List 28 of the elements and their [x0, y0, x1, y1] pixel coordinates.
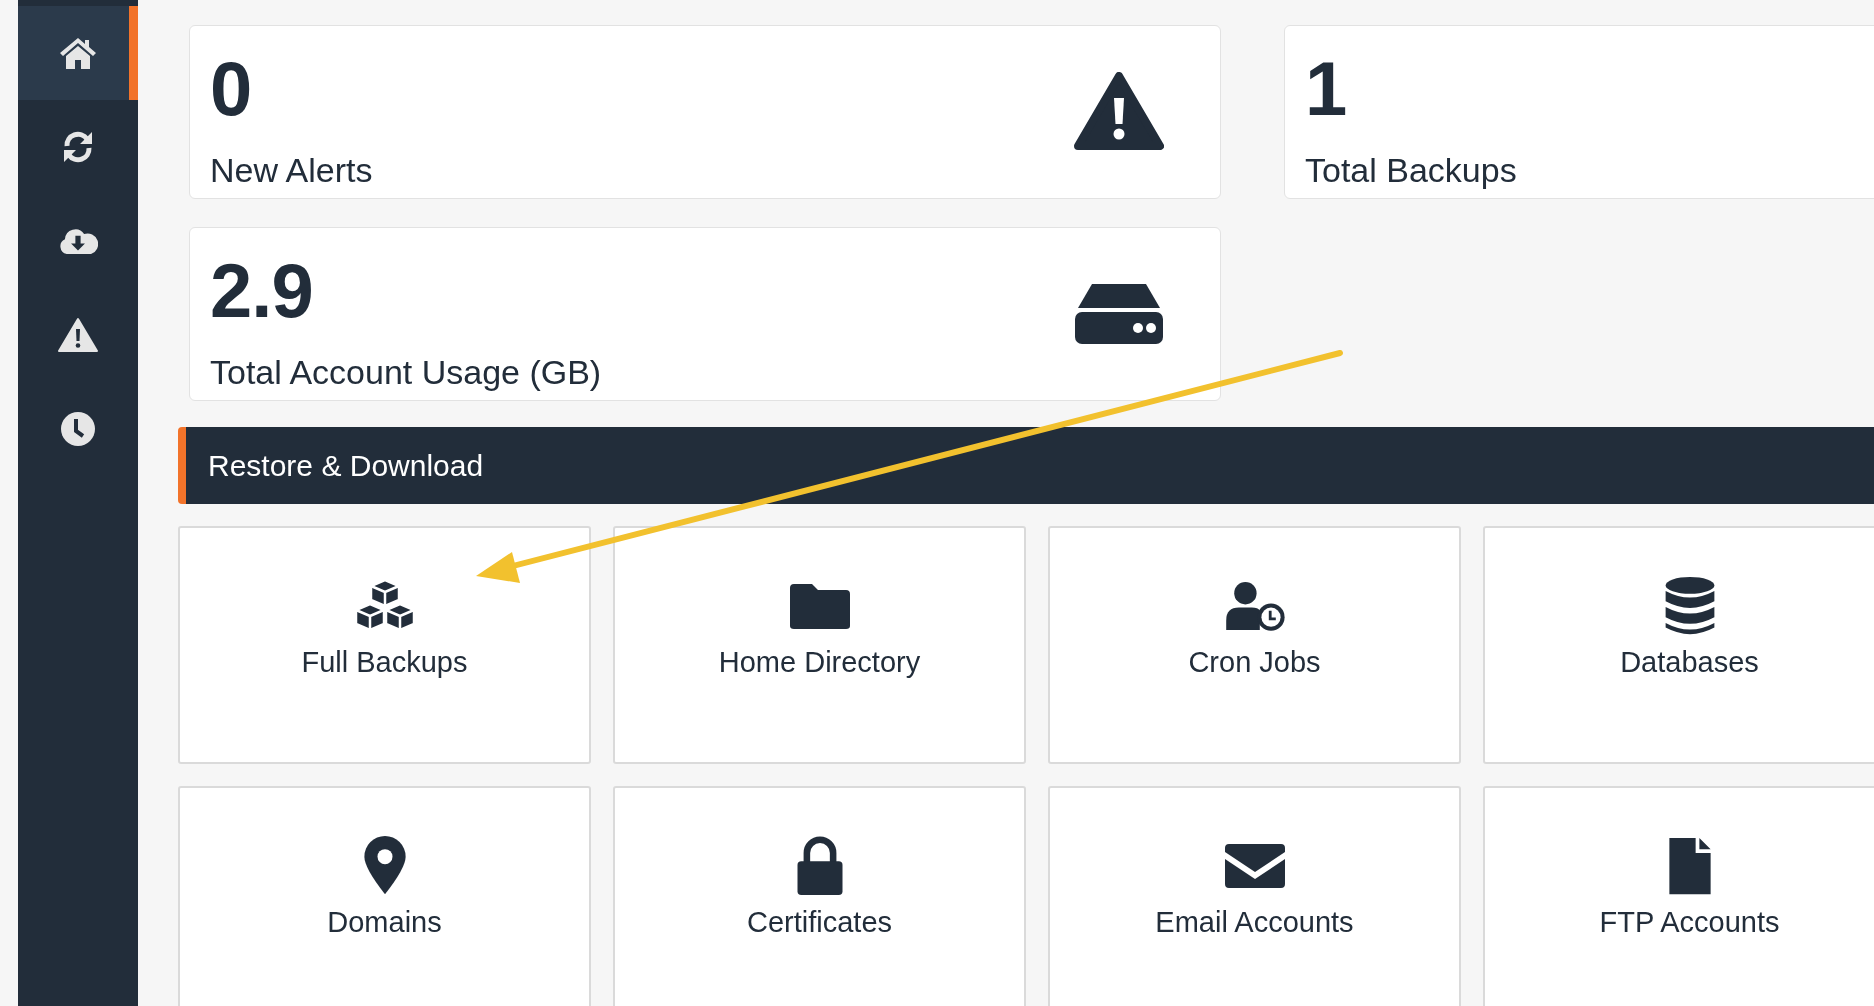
- warning-icon: [1074, 72, 1164, 152]
- sidebar-item[interactable]: [18, 6, 138, 100]
- tile-label: Databases: [1620, 646, 1759, 679]
- tile[interactable]: Email Accounts: [1048, 786, 1461, 1006]
- tile[interactable]: Domains: [178, 786, 591, 1006]
- stat-label: New Alerts: [210, 150, 373, 190]
- tile-label: Cron Jobs: [1188, 646, 1321, 679]
- tile[interactable]: Databases: [1483, 526, 1874, 764]
- stat-label: Total Account Usage (GB): [210, 352, 602, 392]
- stat-label: Total Backups: [1305, 150, 1517, 190]
- stat-value: 0: [210, 50, 253, 127]
- tile-label: Domains: [327, 906, 442, 939]
- home-icon: [58, 35, 98, 71]
- tile-label: Full Backups: [301, 646, 468, 679]
- clock-icon: [58, 411, 98, 447]
- tile-label: Certificates: [746, 906, 892, 939]
- tile[interactable]: FTP Accounts: [1483, 786, 1874, 1006]
- tile-label: FTP Accounts: [1599, 906, 1780, 939]
- tile-label: Email Accounts: [1155, 906, 1354, 939]
- tile[interactable]: Certificates: [613, 786, 1026, 1006]
- tile[interactable]: Full Backups: [178, 526, 591, 764]
- tile[interactable]: Home Directory: [613, 526, 1026, 764]
- stat-value: 2.9: [210, 252, 314, 329]
- warning-icon: [58, 317, 98, 353]
- tile-label: Home Directory: [718, 646, 921, 679]
- stat-value: 1: [1305, 50, 1348, 127]
- tile[interactable]: Cron Jobs: [1048, 526, 1461, 764]
- section-title: Restore & Download: [208, 448, 484, 483]
